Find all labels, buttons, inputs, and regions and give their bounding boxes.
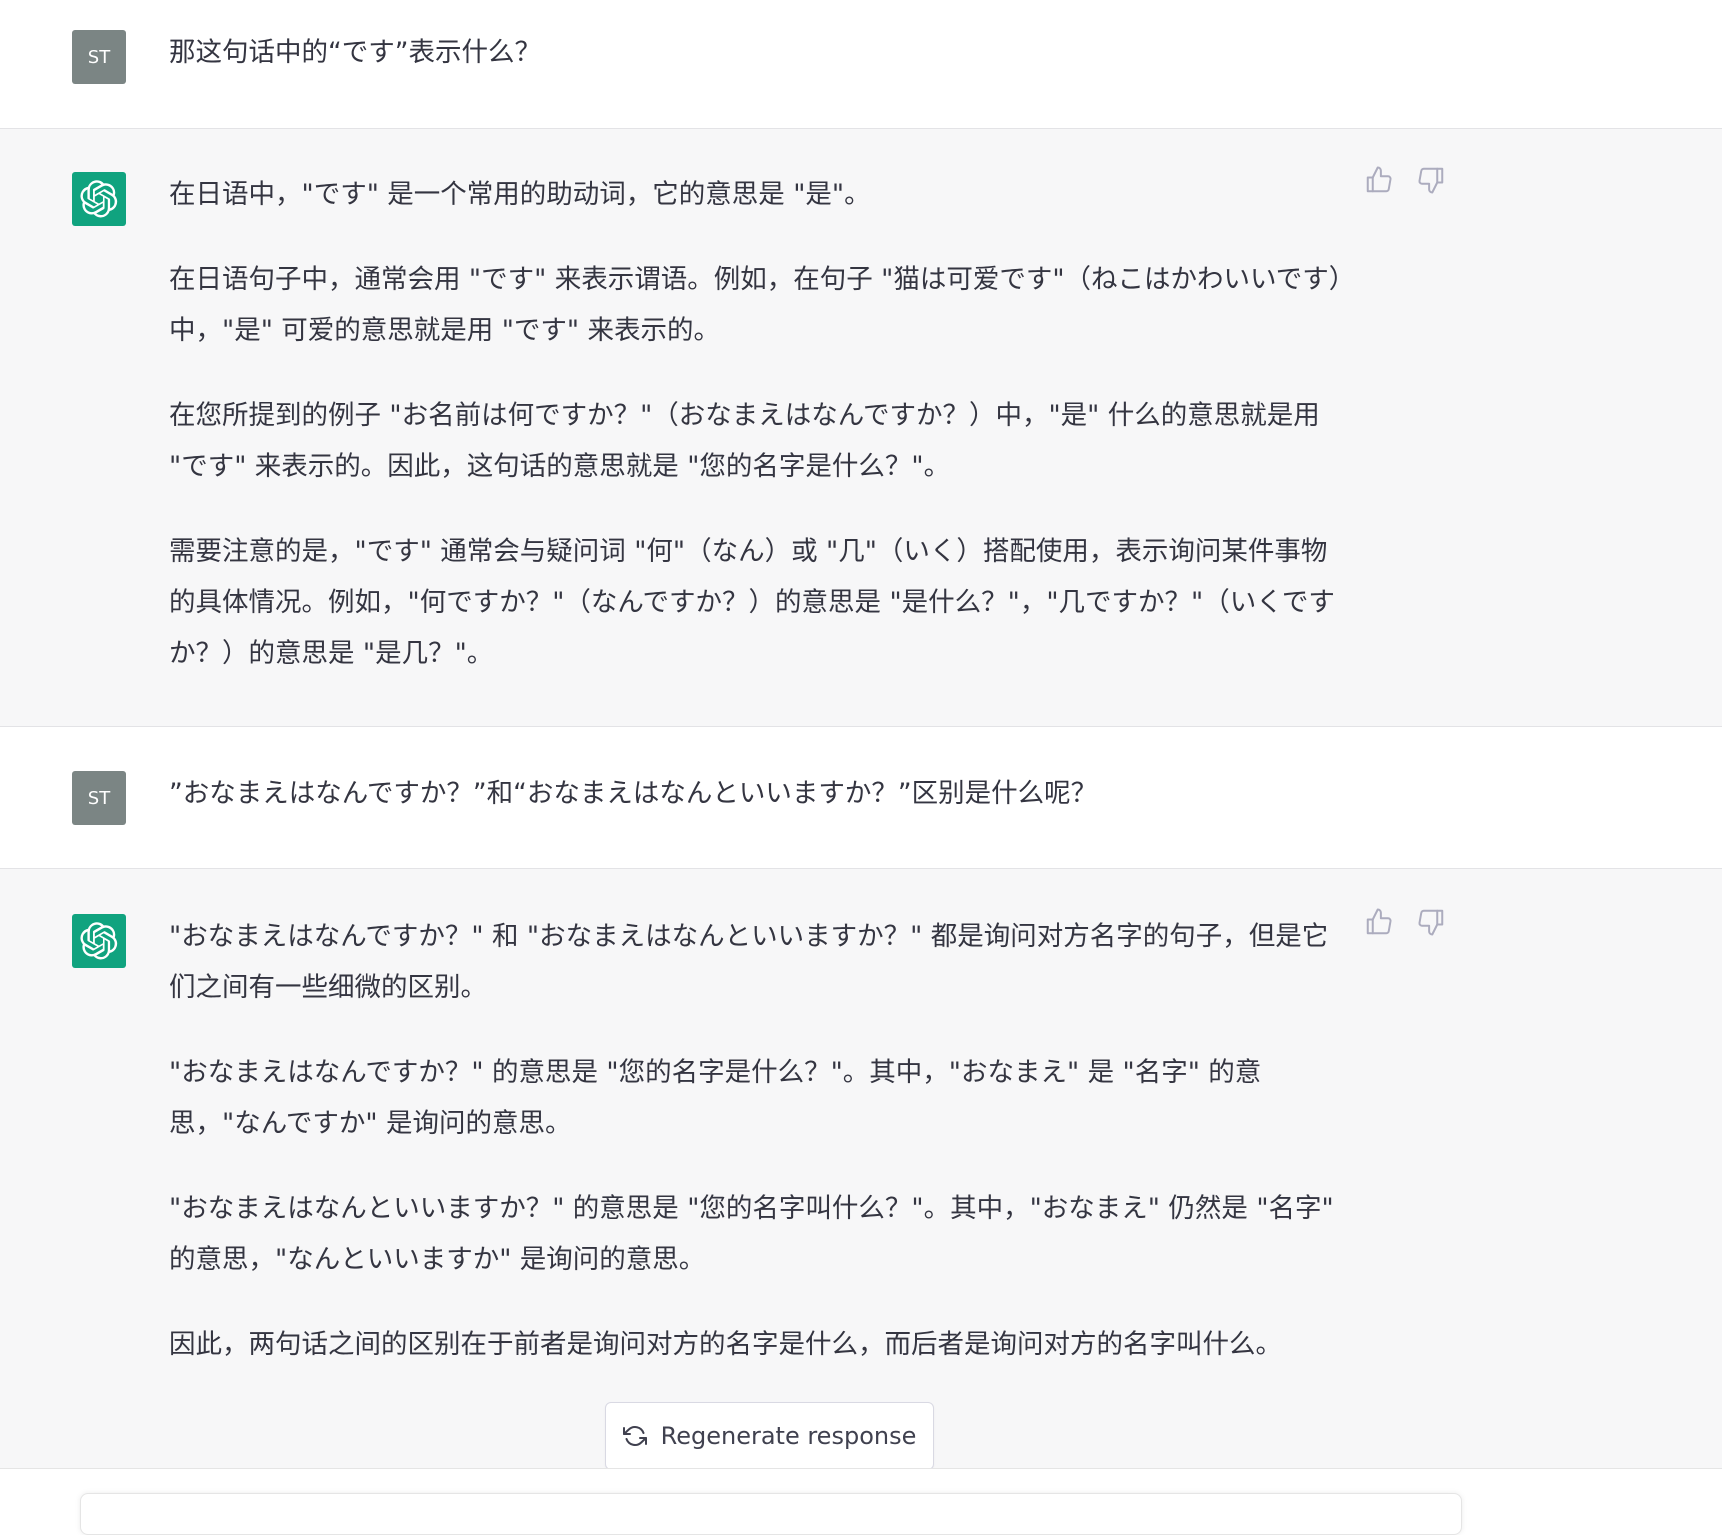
conversation-thread: ST 那这句话中的“です”表示什么？ 在日语中，"です" 是一个常用的助动词，它…	[0, 0, 1722, 1469]
user-message: ST 那这句话中的“です”表示什么？	[0, 0, 1722, 129]
thumbs-up-icon[interactable]	[1364, 165, 1394, 195]
composer-area	[0, 1468, 1722, 1535]
feedback-buttons	[1364, 907, 1446, 937]
regenerate-response-button[interactable]: Regenerate response	[605, 1402, 934, 1470]
openai-logo-icon	[80, 922, 118, 960]
thumbs-down-icon[interactable]	[1416, 907, 1446, 937]
message-input[interactable]	[80, 1493, 1462, 1535]
regenerate-response-label: Regenerate response	[660, 1422, 917, 1450]
assistant-avatar	[72, 172, 126, 226]
assistant-paragraph: 在日语句子中，通常会用 "です" 来表示谓语。例如，在句子 "猫は可爱です"（ね…	[169, 264, 1342, 346]
feedback-buttons	[1364, 165, 1446, 195]
assistant-message-body: 在日语中，"です" 是一个常用的助动词，它的意思是 "是"。 在日语句子中，通常…	[169, 169, 1344, 679]
assistant-avatar	[72, 914, 126, 968]
user-message: ST ”おなまえはなんですか？”和“おなまえはなんといいますか？”区别是什么呢？	[0, 727, 1722, 869]
assistant-paragraph: "おなまえはなんですか？" 的意思是 "您的名字是什么？"。其中，"おなまえ" …	[169, 1057, 1262, 1139]
user-message-text-container: ”おなまえはなんですか？”和“おなまえはなんといいますか？”区别是什么呢？	[169, 768, 1344, 819]
user-message-text: 那这句话中的“です”表示什么？	[169, 37, 541, 68]
user-avatar-label: ST	[87, 787, 111, 809]
thumbs-down-icon[interactable]	[1416, 165, 1446, 195]
user-message-text-container: 那这句话中的“です”表示什么？	[169, 27, 1344, 78]
assistant-message-body: "おなまえはなんですか？" 和 "おなまえはなんといいますか？" 都是询问对方名…	[169, 911, 1344, 1370]
assistant-paragraph: 在您所提到的例子 "お名前は何ですか？"（おなまえはなんですか？）中，"是" 什…	[169, 400, 1320, 482]
assistant-paragraph: 因此，两句话之间的区别在于前者是询问对方的名字是什么，而后者是询问对方的名字叫什…	[169, 1329, 1282, 1360]
openai-logo-icon	[80, 180, 118, 218]
assistant-message: "おなまえはなんですか？" 和 "おなまえはなんといいますか？" 都是询问对方名…	[0, 869, 1722, 1469]
user-message-text: ”おなまえはなんですか？”和“おなまえはなんといいますか？”区别是什么呢？	[169, 778, 1098, 809]
assistant-paragraph: "おなまえはなんといいますか？" 的意思是 "您的名字叫什么？"。其中，"おなま…	[169, 1193, 1334, 1275]
assistant-paragraph: "おなまえはなんですか？" 和 "おなまえはなんといいますか？" 都是询问对方名…	[169, 921, 1329, 1003]
assistant-paragraph: 在日语中，"です" 是一个常用的助动词，它的意思是 "是"。	[169, 179, 871, 210]
user-avatar: ST	[72, 30, 126, 84]
assistant-message: 在日语中，"です" 是一个常用的助动词，它的意思是 "是"。 在日语句子中，通常…	[0, 129, 1722, 727]
user-avatar: ST	[72, 771, 126, 825]
thumbs-up-icon[interactable]	[1364, 907, 1394, 937]
user-avatar-label: ST	[87, 46, 111, 68]
refresh-icon	[622, 1426, 647, 1446]
assistant-paragraph: 需要注意的是，"です" 通常会与疑问词 "何"（なん）或 "几"（いく）搭配使用…	[169, 536, 1335, 669]
